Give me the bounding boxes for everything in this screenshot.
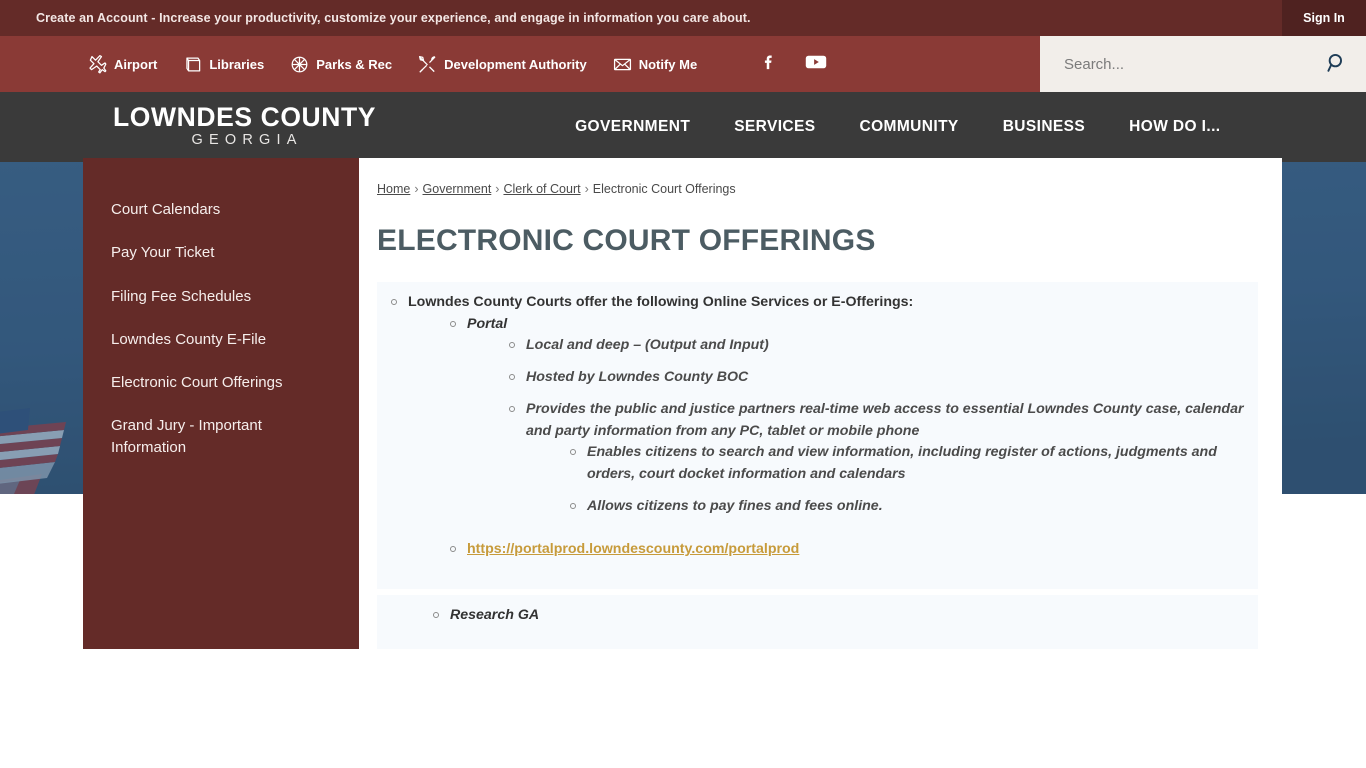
list-item-text: Local and deep – (Output and Input) (526, 337, 769, 354)
sign-in-button[interactable]: Sign In (1282, 0, 1366, 36)
search-input[interactable] (1062, 54, 1326, 74)
search-icon (1326, 52, 1348, 77)
research-ga-heading-text: Research GA (450, 607, 540, 624)
facebook-icon[interactable] (759, 52, 779, 77)
quick-links: Airport Libraries Parks & Rec Developmen… (88, 54, 698, 74)
logo-line-1: LOWNDES COUNTY (113, 101, 377, 132)
quick-link-label: Libraries (209, 56, 265, 72)
breadcrumb-link-home[interactable]: Home (377, 182, 410, 196)
main-navigation-bar: LOWNDES COUNTY GEORGIA GOVERNMENT SERVIC… (0, 92, 1366, 162)
portal-heading-text: Portal (467, 315, 508, 332)
portal-items: Local and deep – (Output and Input) Host… (467, 335, 1244, 517)
nav-item-services[interactable]: SERVICES (712, 92, 837, 162)
quick-link-label: Airport (114, 56, 158, 72)
breadcrumb-separator: › (414, 182, 419, 196)
offerings-intro-text: Lowndes County Courts offer the followin… (408, 294, 914, 310)
announcement-bar: Create an Account - Increase your produc… (0, 0, 1366, 36)
airplane-icon (88, 54, 107, 74)
list-bullet-icon (570, 449, 576, 456)
list-bullet-icon (433, 612, 439, 619)
quick-link-label: Notify Me (638, 56, 698, 72)
page-content-wrapper: Court Calendars Pay Your Ticket Filing F… (83, 158, 1282, 649)
quick-link-notify-me[interactable]: Notify Me (613, 55, 698, 74)
list-bullet-icon (391, 299, 397, 305)
list-bullet-icon (509, 374, 515, 381)
portal-heading: Portal Local and deep – (Output and Inpu… (450, 314, 1244, 518)
sidebar-menu: Court Calendars Pay Your Ticket Filing F… (83, 158, 359, 649)
portal-link-item: https://portalprod.lowndescounty.com/por… (450, 539, 1244, 561)
quick-link-label: Parks & Rec (316, 56, 393, 72)
sports-ball-icon (290, 55, 309, 74)
sidebar-item-electronic-court-offerings[interactable]: Electronic Court Offerings (83, 361, 359, 404)
list-bullet-icon (450, 546, 456, 553)
envelope-icon (613, 55, 632, 74)
nav-item-community[interactable]: COMMUNITY (838, 92, 981, 162)
nav-item-government[interactable]: GOVERNMENT (553, 92, 712, 162)
quick-link-airport[interactable]: Airport (88, 54, 158, 74)
quick-link-libraries[interactable]: Libraries (183, 55, 264, 74)
list-item: Enables citizens to search and view info… (570, 442, 1244, 485)
nav-item-how-do-i[interactable]: HOW DO I... (1107, 92, 1242, 162)
list-bullet-icon (509, 405, 515, 412)
portal-sub-items: Enables citizens to search and view info… (526, 442, 1244, 517)
nav-item-business[interactable]: BUSINESS (981, 92, 1107, 162)
research-ga-group: Research GA (391, 605, 1244, 627)
breadcrumb-link-government[interactable]: Government (423, 182, 492, 196)
article-content: Home › Government › Clerk of Court › Electroni… (359, 158, 1282, 649)
announcement-text: Create an Account - Increase your produc… (36, 11, 751, 25)
utility-bar: Airport Libraries Parks & Rec Developmen… (0, 36, 1366, 92)
research-ga-heading: Research GA (433, 605, 1244, 627)
research-ga-wrapper: Research GA (391, 605, 1244, 627)
quick-link-development-authority[interactable]: Development Authority (418, 55, 587, 74)
page-title: ELECTRONIC COURT OFFERINGS (377, 224, 876, 257)
research-ga-panel: Research GA (377, 595, 1258, 649)
site-logo[interactable]: LOWNDES COUNTY GEORGIA (113, 101, 377, 151)
list-item: Provides the public and justice partners… (509, 399, 1244, 518)
research-ga-list: Research GA (391, 605, 1244, 627)
list-bullet-icon (509, 342, 515, 349)
breadcrumb-link-clerk-of-court[interactable]: Clerk of Court (503, 182, 580, 196)
logo-line-2: GEORGIA (191, 131, 303, 148)
quick-link-label: Development Authority (444, 56, 587, 72)
sidebar-item-grand-jury-important-information[interactable]: Grand Jury - Important Information (83, 404, 359, 469)
sidebar-item-filing-fee-schedules[interactable]: Filing Fee Schedules (83, 275, 359, 318)
list-item-text: Allows citizens to pay fines and fees on… (587, 497, 883, 514)
book-icon (183, 55, 202, 74)
portal-url-link[interactable]: https://portalprod.lowndescounty.com/por… (467, 541, 799, 557)
quick-link-parks-rec[interactable]: Parks & Rec (290, 55, 392, 74)
tools-icon (418, 55, 437, 74)
list-bullet-icon (450, 320, 456, 327)
list-item-text: Provides the public and justice partners… (526, 400, 1244, 439)
list-bullet-icon (570, 502, 576, 509)
offerings-list: Lowndes County Courts offer the followin… (391, 292, 1244, 561)
sidebar-item-lowndes-county-e-file[interactable]: Lowndes County E-File (83, 318, 359, 361)
offerings-intro: Lowndes County Courts offer the followin… (391, 292, 1244, 561)
search-button[interactable] (1326, 52, 1348, 77)
breadcrumb-current: Electronic Court Offerings (592, 182, 736, 196)
list-item-text: Enables citizens to search and view info… (587, 444, 1217, 483)
offerings-panel: Lowndes County Courts offer the followin… (377, 282, 1258, 590)
portal-group: Portal Local and deep – (Output and Inpu… (408, 314, 1244, 561)
breadcrumb-separator: › (584, 182, 589, 196)
list-item-text: Hosted by Lowndes County BOC (526, 369, 749, 386)
social-links (759, 52, 827, 77)
list-item: Allows citizens to pay fines and fees on… (570, 496, 1244, 518)
youtube-icon[interactable] (805, 54, 827, 75)
list-item: Hosted by Lowndes County BOC (509, 367, 1244, 389)
breadcrumb: Home › Government › Clerk of Court › Electroni… (377, 182, 1258, 196)
sidebar-item-pay-your-ticket[interactable]: Pay Your Ticket (83, 231, 359, 274)
list-item: Local and deep – (Output and Input) (509, 335, 1244, 357)
breadcrumb-separator: › (495, 182, 500, 196)
nav-items: GOVERNMENT SERVICES COMMUNITY BUSINESS H… (553, 92, 1242, 162)
sidebar-item-court-calendars[interactable]: Court Calendars (83, 188, 359, 231)
search-box (1040, 36, 1366, 92)
